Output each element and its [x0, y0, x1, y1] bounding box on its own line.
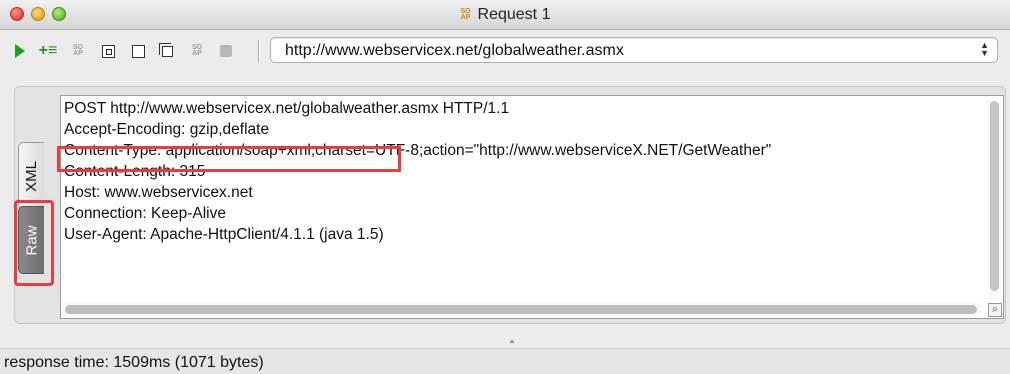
soap-action-button[interactable]: SO AP — [68, 41, 88, 61]
horizontal-scrollbar[interactable] — [63, 303, 981, 316]
stop-request-button[interactable] — [216, 41, 236, 61]
vertical-scroll-thumb[interactable] — [990, 101, 999, 291]
raw-tab-highlight — [14, 200, 54, 286]
window-title-container: SO AP Request 1 — [0, 6, 1010, 24]
status-bar: response time: 1509ms (1071 bytes) — [0, 348, 1010, 374]
submit-request-button[interactable] — [10, 41, 30, 61]
raw-request-editor[interactable]: POST http://www.webservicex.net/globalwe… — [60, 95, 1004, 319]
search-corner-icon[interactable]: ⌕ — [988, 303, 1002, 317]
splitter-grip-icon[interactable] — [509, 339, 515, 343]
maximize-editor-button[interactable] — [128, 41, 148, 61]
request-line: POST http://www.webservicex.net/globalwe… — [64, 100, 510, 117]
soap-icon: SO AP — [191, 44, 203, 57]
header-connection: Connection: Keep-Alive — [64, 205, 226, 222]
soap-ops-button[interactable]: SO AP — [187, 41, 207, 61]
tab-xml-label: XML — [23, 160, 40, 192]
stop-icon — [220, 45, 232, 57]
response-time-text: response time: 1509ms (1071 bytes) — [4, 354, 264, 371]
square-icon — [131, 44, 145, 58]
add-header-button[interactable]: +≡ — [38, 41, 58, 61]
request-toolbar: +≡ SO AP SO AP http://www.webservicex.net/… — [0, 31, 1010, 71]
header-host: Host: www.webservicex.net — [64, 184, 253, 201]
soap-icon: SO AP — [72, 44, 84, 57]
horizontal-scroll-thumb[interactable] — [65, 305, 977, 314]
title-bar: SO AP Request 1 — [0, 0, 1010, 30]
endpoint-select[interactable]: http://www.webservicex.net/globalweather… — [270, 37, 998, 63]
vertical-scrollbar[interactable] — [988, 99, 1001, 299]
square-dot-icon — [101, 44, 115, 58]
play-icon — [15, 44, 25, 58]
endpoint-value: http://www.webservicex.net/globalweather… — [285, 42, 624, 59]
toolbar-separator — [258, 40, 260, 62]
copy-icon — [158, 42, 173, 57]
soap-icon: SO AP — [460, 7, 471, 21]
header-user-agent: User-Agent: Apache-HttpClient/4.1.1 (jav… — [64, 226, 384, 243]
add-lines-icon: +≡ — [38, 42, 58, 59]
validate-button[interactable] — [98, 41, 118, 61]
window-title: Request 1 — [477, 6, 551, 23]
clone-request-button[interactable] — [157, 41, 177, 61]
updown-arrows-icon: ▲ ▼ — [980, 40, 989, 58]
header-accept-encoding: Accept-Encoding: gzip,deflate — [64, 121, 270, 138]
content-type-highlight — [57, 146, 401, 172]
